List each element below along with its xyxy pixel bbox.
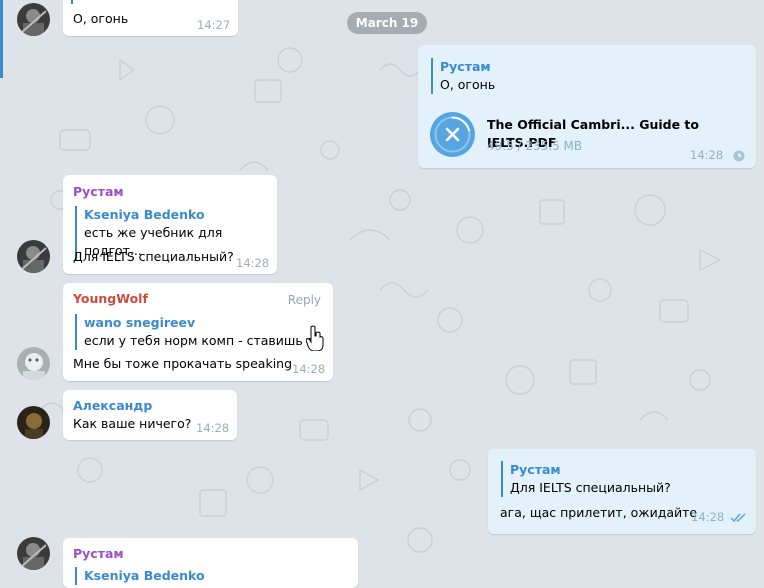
message-text: Мне бы тоже прокачать speaking: [73, 356, 293, 371]
message-time: 14:28: [690, 148, 724, 162]
quote-author: Kseniya Bedenko: [84, 568, 205, 583]
quote-bar: [71, 0, 73, 4]
avatar-rustam[interactable]: [17, 240, 50, 273]
message-time: 14:27: [197, 18, 231, 32]
avatar-youngwolf[interactable]: [17, 347, 50, 380]
message-time: 14:28: [196, 421, 230, 435]
avatar-alexandr[interactable]: [17, 406, 50, 439]
message-text: ага, щас прилетит, ожидайте: [500, 505, 698, 520]
message-time: 14:28: [691, 510, 725, 524]
message-bubble[interactable]: Рустам Kseniya Bedenko: [63, 538, 358, 588]
cancel-download-icon: [434, 116, 471, 153]
outgoing-message[interactable]: Рустам Для IELTS специальный? ага, щас п…: [488, 449, 756, 534]
reply-quote[interactable]: Kseniya Bedenko: [75, 567, 205, 585]
message-time: 14:28: [236, 256, 270, 270]
message-time: 14:28: [292, 362, 326, 376]
cancel-download-button[interactable]: [430, 112, 475, 157]
quote-author: Рустам: [440, 59, 491, 74]
reply-button[interactable]: Reply: [288, 293, 321, 307]
avatar-rustam[interactable]: [17, 3, 50, 36]
message-bubble[interactable]: YoungWolf Reply wano snegireev если у те…: [63, 283, 333, 381]
quote-text: Для IELTS специальный?: [510, 480, 671, 495]
sender-name[interactable]: YoungWolf: [73, 291, 148, 306]
quote-author: Kseniya Bedenko: [84, 207, 205, 222]
message-bubble[interactable]: Александр Как ваше ничего? 14:28: [63, 390, 237, 440]
outgoing-file-message[interactable]: Рустам О, огонь The Official Cambri... G…: [418, 45, 756, 168]
message-text: О, огонь: [73, 11, 129, 26]
date-separator: March 19: [347, 12, 427, 34]
sender-name[interactable]: Рустам: [73, 184, 124, 199]
message-bubble[interactable]: Рустам Kseniya Bedenko есть же учебник д…: [63, 175, 277, 274]
file-progress: 49.5 / 235.5 MB: [487, 139, 583, 153]
sender-name[interactable]: Рустам: [73, 546, 124, 561]
quote-text: О, огонь: [440, 77, 496, 92]
avatar-rustam[interactable]: [17, 537, 50, 570]
quote-text: если у тебя норм комп - ставишь лк: [84, 333, 322, 348]
reply-quote[interactable]: wano snegireev если у тебя норм комп - с…: [75, 314, 322, 350]
hand-cursor-icon: [306, 325, 324, 351]
sender-name[interactable]: Александр: [73, 398, 152, 413]
message-text: Как ваше ничего?: [73, 416, 192, 431]
message-bubble[interactable]: О, огонь 14:27: [63, 0, 238, 36]
reply-quote[interactable]: Рустам О, огонь: [431, 58, 495, 94]
message-text: Для IELTS специальный?: [73, 249, 234, 264]
double-check-icon: [730, 513, 746, 523]
clock-icon: [733, 150, 745, 162]
quote-author: Рустам: [510, 462, 561, 477]
quote-author: wano snegireev: [84, 315, 196, 330]
reply-quote[interactable]: Рустам Для IELTS специальный?: [501, 461, 671, 497]
